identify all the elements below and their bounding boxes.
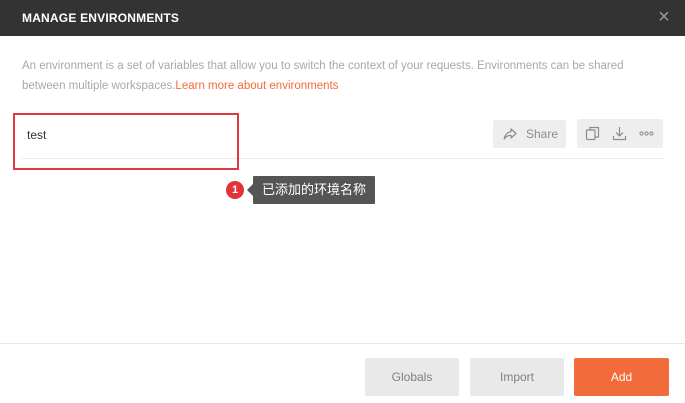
annotation-highlight-box bbox=[13, 113, 239, 170]
globals-button[interactable]: Globals bbox=[365, 358, 459, 396]
footer-divider bbox=[0, 343, 685, 344]
more-icon[interactable] bbox=[639, 126, 654, 141]
modal-header: MANAGE ENVIRONMENTS × bbox=[0, 0, 685, 36]
close-icon[interactable]: × bbox=[653, 6, 675, 28]
modal-title: MANAGE ENVIRONMENTS bbox=[22, 11, 180, 25]
share-arrow-icon bbox=[503, 128, 517, 140]
import-button[interactable]: Import bbox=[470, 358, 564, 396]
share-label: Share bbox=[526, 127, 559, 141]
learn-more-link[interactable]: Learn more about environments bbox=[175, 80, 338, 92]
description: An environment is a set of variables tha… bbox=[22, 56, 662, 96]
manage-environments-modal: MANAGE ENVIRONMENTS × An environment is … bbox=[0, 0, 685, 403]
share-button[interactable]: Share bbox=[493, 120, 566, 148]
annotation-tooltip: 已添加的环境名称 bbox=[253, 176, 376, 204]
download-icon[interactable] bbox=[612, 126, 627, 141]
add-button[interactable]: Add bbox=[574, 358, 669, 396]
environment-actions-group bbox=[577, 119, 663, 148]
annotation-badge: 1 bbox=[226, 181, 244, 199]
duplicate-icon[interactable] bbox=[585, 126, 600, 141]
